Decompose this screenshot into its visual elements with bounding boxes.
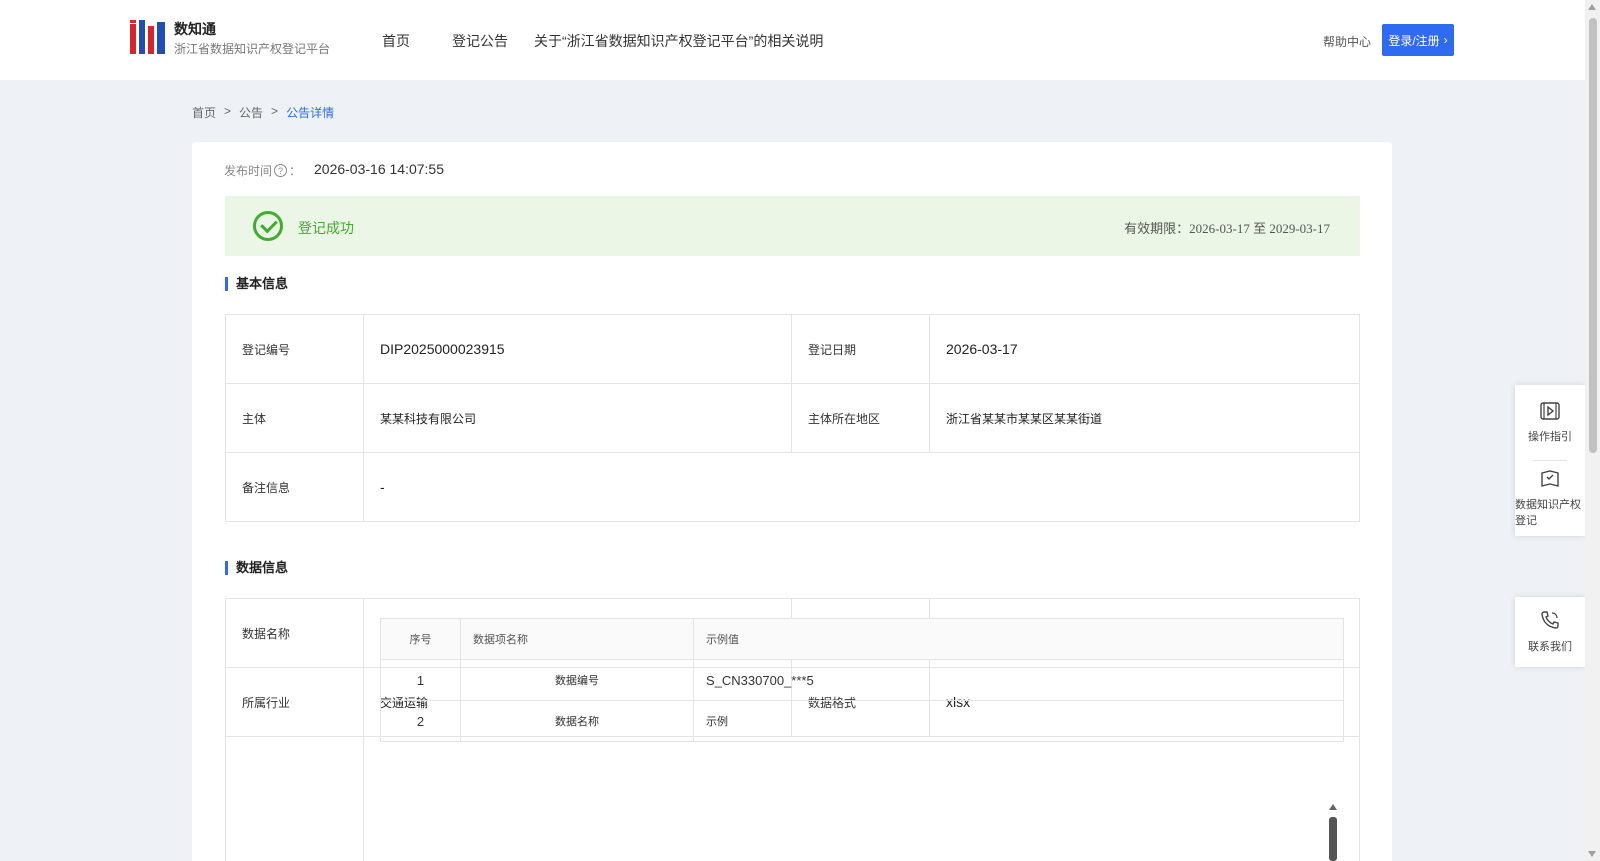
section-title-data: 数据信息 bbox=[225, 561, 288, 575]
scroll-thumb[interactable] bbox=[1329, 817, 1337, 861]
nav-about[interactable]: 关于“浙江省数据知识产权登记平台”的相关说明 bbox=[534, 31, 823, 51]
breadcrumb-separator: > bbox=[224, 104, 232, 118]
logo-mark-icon bbox=[130, 20, 166, 58]
page-scrollbar[interactable] bbox=[1585, 0, 1600, 861]
table-header-row: 序号 数据项名称 示例值 bbox=[380, 618, 1344, 660]
publish-time-label: 发布时间 ? ： bbox=[224, 164, 302, 178]
table-key: 备注信息 bbox=[225, 452, 364, 522]
section-title-basic: 基本信息 bbox=[225, 277, 288, 291]
table-row: 主体 某某科技有限公司 主体所在地区 浙江省某某市某某区某某街道 bbox=[225, 383, 1360, 453]
table-row bbox=[225, 736, 1360, 861]
table-key: 登记日期 bbox=[791, 314, 930, 384]
help-center-link[interactable]: 帮助中心 bbox=[1323, 33, 1371, 50]
status-text: 登记成功 bbox=[298, 220, 354, 236]
table-value: 某某科技有限公司 bbox=[363, 383, 792, 453]
row-name: 数据编号 bbox=[460, 659, 694, 701]
table-value: - bbox=[363, 452, 1360, 522]
status-banner: 登记成功 有效期限：2026-03-17 至 2029-03-17 bbox=[225, 196, 1360, 256]
nav-announcements[interactable]: 登记公告 bbox=[452, 31, 508, 51]
basic-info-table: 登记编号 DIP2025000023915 登记日期 2026-03-17 主体… bbox=[225, 314, 1360, 522]
breadcrumb-separator: > bbox=[271, 104, 279, 118]
floating-side-panel: 操作指引 数据知识产权登记 bbox=[1515, 385, 1585, 536]
data-structure-table: 序号 数据项名称 示例值 1 数据编号 S_CN330700_***5 2 数据… bbox=[380, 618, 1344, 742]
table-key: 所属行业 bbox=[225, 667, 364, 737]
detail-card: 发布时间 ? ： 2026-03-16 14:07:55 登记成功 有效期限：2… bbox=[192, 142, 1392, 861]
ip-register-button[interactable]: 数据知识产权登记 bbox=[1515, 461, 1585, 536]
table-row: 2 数据名称 示例 bbox=[380, 700, 1344, 742]
row-sample: S_CN330700_***5 bbox=[693, 659, 1344, 701]
validity-period: 有效期限：2026-03-17 至 2029-03-17 bbox=[1124, 221, 1330, 236]
table-key bbox=[225, 736, 364, 861]
scroll-up-arrow-icon[interactable] bbox=[1329, 804, 1337, 810]
table-row: 备注信息 - bbox=[225, 452, 1360, 522]
phone-icon bbox=[1541, 611, 1559, 629]
table-value: 浙江省某某市某某区某某街道 bbox=[929, 383, 1360, 453]
check-circle-icon bbox=[253, 211, 283, 241]
table-value: DIP2025000023915 bbox=[363, 314, 792, 384]
row-name: 数据名称 bbox=[460, 700, 694, 742]
row-index: 2 bbox=[380, 700, 461, 742]
logo-title: 数知通 bbox=[174, 21, 216, 37]
table-key: 主体 bbox=[225, 383, 364, 453]
login-label: 登录/注册 bbox=[1388, 33, 1440, 48]
table-value: 2026-03-17 bbox=[929, 314, 1360, 384]
table-key: 登记编号 bbox=[225, 314, 364, 384]
table-row: 1 数据编号 S_CN330700_***5 bbox=[380, 659, 1344, 701]
nav-home[interactable]: 首页 bbox=[382, 31, 410, 51]
col-header-name: 数据项名称 bbox=[460, 618, 694, 660]
contact-button[interactable]: 联系我们 bbox=[1515, 597, 1585, 667]
breadcrumb: 首页 > 公告 > 公告详情 bbox=[192, 104, 334, 121]
guide-button[interactable]: 操作指引 bbox=[1515, 385, 1585, 460]
video-guide-icon bbox=[1540, 401, 1560, 420]
col-header-sample: 示例值 bbox=[693, 618, 1344, 660]
logo-subtitle: 浙江省数据知识产权登记平台 bbox=[174, 42, 331, 56]
scroll-up-icon[interactable] bbox=[1588, 4, 1596, 10]
login-button[interactable]: 登录/注册 › bbox=[1382, 24, 1454, 56]
table-key: 主体所在地区 bbox=[791, 383, 930, 453]
book-icon bbox=[1541, 469, 1559, 487]
row-index: 1 bbox=[380, 659, 461, 701]
table-value bbox=[363, 736, 1360, 861]
scroll-down-icon[interactable] bbox=[1588, 851, 1596, 857]
breadcrumb-home[interactable]: 首页 bbox=[192, 104, 216, 121]
inner-scrollbar[interactable] bbox=[1328, 802, 1338, 861]
breadcrumb-announcement[interactable]: 公告 bbox=[239, 104, 263, 121]
breadcrumb-current: 公告详情 bbox=[286, 106, 335, 120]
question-icon[interactable]: ? bbox=[274, 164, 288, 177]
chevron-right-icon: › bbox=[1443, 33, 1448, 47]
page-scroll-thumb[interactable] bbox=[1589, 18, 1597, 453]
table-row: 登记编号 DIP2025000023915 登记日期 2026-03-17 bbox=[225, 314, 1360, 384]
col-header-index: 序号 bbox=[380, 618, 461, 660]
publish-time-value: 2026-03-16 14:07:55 bbox=[314, 161, 444, 177]
site-logo[interactable]: 数知通 浙江省数据知识产权登记平台 bbox=[130, 20, 330, 58]
table-key: 数据名称 bbox=[225, 598, 364, 668]
row-sample: 示例 bbox=[693, 700, 1344, 742]
top-header: 数知通 浙江省数据知识产权登记平台 首页 登记公告 关于“浙江省数据知识产权登记… bbox=[0, 0, 1585, 80]
